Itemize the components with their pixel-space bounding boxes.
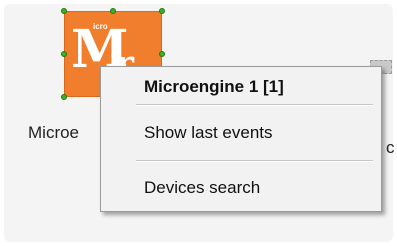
menu-item-show-last-events[interactable]: Show last events (144, 123, 273, 143)
menu-separator (136, 160, 373, 162)
selection-handle[interactable] (159, 51, 165, 57)
menu-separator (136, 104, 373, 106)
context-menu-title[interactable]: Microengine 1 [1] (144, 77, 284, 97)
selection-handle[interactable] (61, 51, 67, 57)
logo-small-text: icro (93, 22, 108, 31)
menu-item-devices-search[interactable]: Devices search (144, 178, 260, 198)
context-menu: Microengine 1 [1] Show last events Devic… (100, 66, 382, 212)
neighbor-device-label: c (386, 138, 395, 157)
selection-handle[interactable] (61, 8, 67, 14)
selection-handle[interactable] (61, 94, 67, 100)
selection-handle[interactable] (159, 8, 165, 14)
device-label: Microe (28, 123, 80, 142)
selection-handle[interactable] (110, 8, 116, 14)
